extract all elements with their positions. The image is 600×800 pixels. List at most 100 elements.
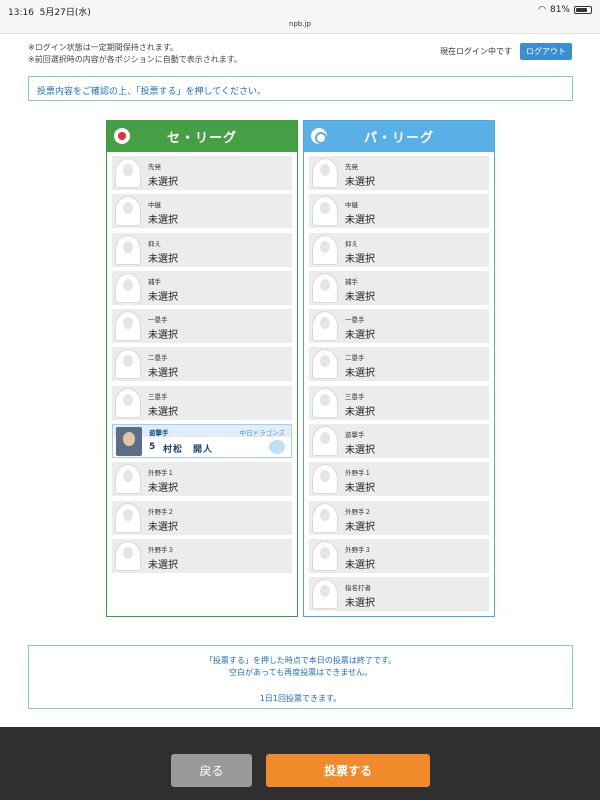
position-slot[interactable]: 抑え 未選択 <box>309 232 489 267</box>
position-label: 遊撃手 <box>345 431 365 440</box>
info-line-3: 1日1回投票できます。 <box>259 694 342 703</box>
placeholder-avatar-icon <box>115 196 141 227</box>
player-name: 村松 開人 <box>163 445 214 456</box>
position-slot[interactable]: 指名打者 未選択 <box>309 577 489 612</box>
selection-value: 未選択 <box>148 253 178 265</box>
position-slot[interactable]: 一塁手 未選択 <box>112 309 292 344</box>
placeholder-avatar-icon <box>115 540 141 571</box>
selection-value: 未選択 <box>345 598 375 610</box>
selection-value: 未選択 <box>345 368 375 380</box>
placeholder-avatar-icon <box>312 196 338 227</box>
position-slot[interactable]: 捕手 未選択 <box>112 270 292 305</box>
placeholder-avatar-icon <box>115 387 141 418</box>
logout-button[interactable]: ログアウト <box>520 43 572 60</box>
placeholder-avatar-icon <box>115 158 141 188</box>
login-area: 現在ログイン中です ログアウト <box>440 43 572 60</box>
info-line-2: 空白があっても再度投票はできません。 <box>229 668 372 677</box>
central-league-logo-icon <box>114 128 130 144</box>
position-slot-filled[interactable]: 遊撃手 中日ドラゴンズ 5 村松 開人 <box>112 424 292 459</box>
central-slots: 先発 未選択 中継 未選択 抑え 未選択 捕手 未選択 一塁手 未選択 二塁手 未選択 三塁手 未選択 遊撃… <box>107 152 297 581</box>
position-label: 外野手２ <box>148 507 174 516</box>
position-slot[interactable]: 一塁手 未選択 <box>309 309 489 344</box>
position-slot[interactable]: 外野手２ 未選択 <box>309 500 489 535</box>
position-label: 先発 <box>148 163 161 171</box>
info-line-1: 「投票する」を押した時点で本日の投票は終了です。 <box>204 656 397 665</box>
position-label: 捕手 <box>148 277 161 286</box>
position-label: 中継 <box>148 201 161 210</box>
selection-value: 未選択 <box>345 177 375 188</box>
position-slot[interactable]: 中継 未選択 <box>112 194 292 229</box>
position-slot[interactable]: 外野手３ 未選択 <box>309 538 489 573</box>
note-2: ※前回選択時の内容が各ポジションに自動で表示されます。 <box>28 55 242 64</box>
position-slot[interactable]: 捕手 未選択 <box>309 270 489 305</box>
selection-value: 未選択 <box>148 291 178 303</box>
note-1: ※ログイン状態は一定期間保持されます。 <box>28 43 178 52</box>
position-slot[interactable]: 外野手３ 未選択 <box>112 538 292 573</box>
pacific-league-logo-icon <box>311 128 327 144</box>
selection-value: 未選択 <box>345 330 375 342</box>
placeholder-avatar-icon <box>312 349 338 380</box>
vote-button[interactable]: 投票する <box>266 754 430 787</box>
position-slot[interactable]: 外野手１ 未選択 <box>112 462 292 497</box>
position-slot[interactable]: 先発 未選択 <box>112 156 292 190</box>
central-league-header: セ・リーグ <box>107 121 297 152</box>
battery-icon <box>574 6 592 14</box>
position-label: 先発 <box>345 163 358 171</box>
position-slot[interactable]: 遊撃手 未選択 <box>309 424 489 459</box>
position-label: 遊撃手 <box>149 429 169 438</box>
login-status: 現在ログイン中です <box>440 47 512 56</box>
placeholder-avatar-icon <box>312 158 338 188</box>
position-label: 一塁手 <box>148 316 168 325</box>
login-notes: ※ログイン状態は一定期間保持されます。 ※前回選択時の内容が各ポジションに自動で… <box>28 42 242 66</box>
placeholder-avatar-icon <box>312 464 338 495</box>
position-label: 三塁手 <box>345 392 365 401</box>
position-slot[interactable]: 中継 未選択 <box>309 194 489 229</box>
placeholder-avatar-icon <box>115 272 141 303</box>
placeholder-avatar-icon <box>115 311 141 342</box>
placeholder-avatar-icon <box>115 464 141 495</box>
placeholder-avatar-icon <box>312 272 338 303</box>
position-slot[interactable]: 外野手１ 未選択 <box>309 462 489 497</box>
pacific-league-panel: パ・リーグ 先発 未選択 中継 未選択 抑え 未選択 捕手 未選択 一塁手 未選択 二塁手 未選択 三塁… <box>303 120 495 617</box>
selection-value: 未選択 <box>345 291 375 303</box>
placeholder-avatar-icon <box>115 234 141 265</box>
selection-value: 未選択 <box>148 483 178 495</box>
position-label: 抑え <box>148 239 161 248</box>
url-text[interactable]: npb.jp <box>0 20 600 28</box>
placeholder-avatar-icon <box>312 502 338 533</box>
vote-info: 「投票する」を押した時点で本日の投票は終了です。 空白があっても再度投票はできま… <box>28 645 573 709</box>
status-right: ◠ 81% <box>538 5 592 15</box>
position-slot[interactable]: 二塁手 未選択 <box>112 347 292 382</box>
position-label: 指名打者 <box>345 584 371 593</box>
position-label: 外野手２ <box>345 507 371 516</box>
position-label: 三塁手 <box>148 392 168 401</box>
central-league-title: セ・リーグ <box>166 131 237 146</box>
position-slot[interactable]: 先発 未選択 <box>309 156 489 190</box>
status-bar: 13:16 5月27日(水) ◠ 81% <box>0 0 600 20</box>
placeholder-avatar-icon <box>312 579 338 610</box>
position-slot[interactable]: 抑え 未選択 <box>112 232 292 267</box>
selection-value: 未選択 <box>148 330 178 342</box>
position-slot[interactable]: 三塁手 未選択 <box>309 385 489 420</box>
position-slot[interactable]: 二塁手 未選択 <box>309 347 489 382</box>
selection-value: 未選択 <box>148 177 178 188</box>
status-time: 13:16 5月27日(水) <box>8 8 91 18</box>
selection-value: 未選択 <box>345 406 375 418</box>
position-label: 抑え <box>345 239 358 248</box>
selection-value: 未選択 <box>345 483 375 495</box>
position-label: 中継 <box>345 201 358 210</box>
selection-value: 未選択 <box>345 215 375 227</box>
back-button[interactable]: 戻る <box>171 754 252 787</box>
position-label: 外野手３ <box>345 545 371 554</box>
position-label: 一塁手 <box>345 316 365 325</box>
position-slot[interactable]: 外野手２ 未選択 <box>112 500 292 535</box>
selection-value: 未選択 <box>148 215 178 227</box>
position-label: 外野手１ <box>148 469 174 478</box>
team-logo-icon <box>269 440 285 455</box>
confirm-message: 投票内容をご確認の上、「投票する」を押してください。 <box>28 76 573 101</box>
central-league-panel: セ・リーグ 先発 未選択 中継 未選択 抑え 未選択 捕手 未選択 一塁手 未選択 二塁手 未選択 三塁… <box>106 120 298 617</box>
position-slot[interactable]: 三塁手 未選択 <box>112 385 292 420</box>
selection-value: 未選択 <box>345 559 375 571</box>
selection-value: 未選択 <box>148 559 178 571</box>
selection-value: 未選択 <box>148 368 178 380</box>
